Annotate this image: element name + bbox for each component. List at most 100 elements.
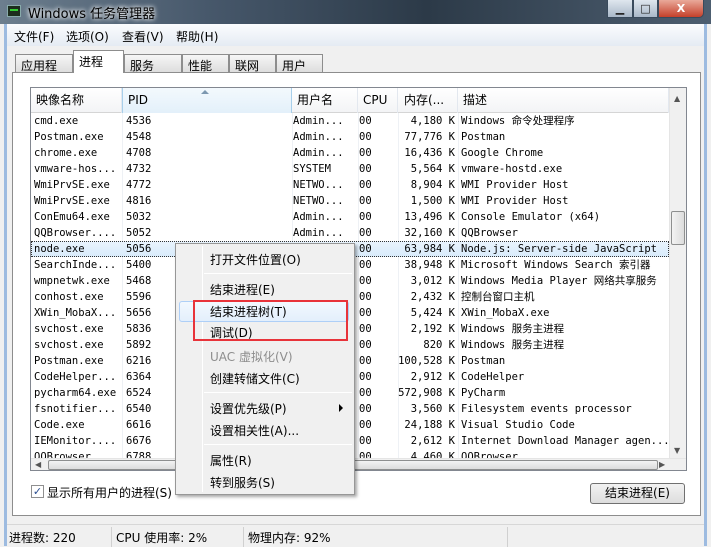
scroll-right-icon[interactable]: ▶ xyxy=(659,460,665,469)
tab-networking[interactable]: 联网 xyxy=(229,54,276,73)
cell-cpu: 00 xyxy=(359,323,372,335)
cell-description: PyCharm xyxy=(461,387,506,399)
cell-image-name: WmiPrvSE.exe xyxy=(34,179,110,191)
cell-description: Postman xyxy=(461,131,506,143)
cell-image-name: svchost.exe xyxy=(34,323,104,335)
title-bar: Windows 任务管理器 ▁ □ X xyxy=(0,0,711,24)
show-all-users-checkbox[interactable]: ✓ xyxy=(31,485,44,498)
cell-image-name: WmiPrvSE.exe xyxy=(34,195,110,207)
cell-memory: 38,948 K xyxy=(404,259,455,271)
cell-image-name: XWin_MobaX... xyxy=(34,307,117,319)
cell-username: SYSTEM xyxy=(293,163,331,175)
task-manager-icon xyxy=(7,5,21,17)
table-row[interactable]: Postman.exe 4548 Admin... 00 77,776 K Postman xyxy=(31,129,669,145)
menu-item-set-priority[interactable]: 设置优先级(P) xyxy=(210,400,287,417)
maximize-button[interactable]: □ xyxy=(633,0,658,18)
tab-services[interactable]: 服务 xyxy=(124,54,182,73)
cell-description: QQBrowser xyxy=(461,227,518,239)
cell-memory: 2,612 K xyxy=(410,435,455,447)
cell-cpu: 00 xyxy=(359,131,372,143)
column-image-name[interactable]: 映像名称 xyxy=(31,88,122,113)
column-username[interactable]: 用户名 xyxy=(292,88,358,113)
context-menu: 打开文件位置(O) 结束进程(E) 结束进程树(T) 调试(D) UAC 虚拟化… xyxy=(175,243,355,495)
list-header: 映像名称 PID 用户名 CPU 内存(... 描述 xyxy=(31,88,669,113)
cell-description: Node.js: Server-side JavaScript xyxy=(461,243,657,255)
menu-item-set-affinity[interactable]: 设置相关性(A)... xyxy=(210,422,299,439)
cell-memory: 100,528 K xyxy=(398,355,455,367)
cell-memory: 32,160 K xyxy=(404,227,455,239)
close-button[interactable]: X xyxy=(658,0,704,18)
cell-memory: 8,904 K xyxy=(410,179,455,191)
cell-image-name: SearchInde... xyxy=(34,259,117,271)
menu-file[interactable]: 文件(F) xyxy=(14,28,54,45)
column-description[interactable]: 描述 xyxy=(458,88,669,113)
window-title: Windows 任务管理器 xyxy=(28,7,156,22)
tab-performance[interactable]: 性能 xyxy=(182,54,229,73)
cell-memory: 3,012 K xyxy=(410,275,455,287)
column-cpu[interactable]: CPU xyxy=(358,88,398,113)
table-row[interactable]: WmiPrvSE.exe 4772 NETWO... 00 8,904 K WMI Pro… xyxy=(31,177,669,193)
scroll-thumb[interactable] xyxy=(671,211,685,245)
vertical-scrollbar[interactable]: ▲ ▼ xyxy=(669,88,686,458)
cell-cpu: 00 xyxy=(359,435,372,447)
cell-image-name: Postman.exe xyxy=(34,355,104,367)
menu-help[interactable]: 帮助(H) xyxy=(176,28,218,45)
cell-image-name: vmware-hos... xyxy=(34,163,117,175)
cell-cpu: 00 xyxy=(359,227,372,239)
tab-users[interactable]: 用户 xyxy=(276,54,323,73)
table-row[interactable]: cmd.exe 4536 Admin... 00 4,180 K Windows 命令处理… xyxy=(31,113,669,129)
cell-description: Postman xyxy=(461,355,506,367)
cell-description: Visual Studio Code xyxy=(461,419,575,431)
cell-description: Filesystem events processor xyxy=(461,403,632,415)
table-row[interactable]: WmiPrvSE.exe 4816 NETWO... 00 1,500 K WMI Pro… xyxy=(31,193,669,209)
cell-memory: 2,192 K xyxy=(410,323,455,335)
table-row[interactable]: chrome.exe 4708 Admin... 00 16,436 K Google C… xyxy=(31,145,669,161)
menu-item-properties[interactable]: 属性(R) xyxy=(210,452,252,469)
cell-username: Admin... xyxy=(293,131,344,143)
cell-pid: 5052 xyxy=(126,227,152,239)
scroll-up-icon[interactable]: ▲ xyxy=(674,94,680,103)
cell-memory: 16,436 K xyxy=(404,147,455,159)
cell-cpu: 00 xyxy=(359,291,372,303)
cell-description: XWin_MobaX.exe xyxy=(461,307,550,319)
cell-image-name: ConEmu64.exe xyxy=(34,211,110,223)
cell-description: WMI Provider Host xyxy=(461,179,569,191)
tab-processes[interactable]: 进程 xyxy=(73,50,124,73)
cell-username: NETWO... xyxy=(293,179,344,191)
menu-options[interactable]: 选项(O) xyxy=(66,28,109,45)
tab-applications[interactable]: 应用程序 xyxy=(15,54,73,90)
table-row[interactable]: QQBrowser.... 5052 Admin... 00 32,160 K QQBro… xyxy=(31,225,669,241)
menu-item-end-process[interactable]: 结束进程(E) xyxy=(210,281,275,298)
horizontal-scrollbar[interactable]: ◀ ▶ xyxy=(31,458,686,470)
cell-memory: 3,560 K xyxy=(410,403,455,415)
sort-ascending-icon xyxy=(201,90,209,94)
column-memory[interactable]: 内存(... xyxy=(398,88,458,113)
cell-memory: 572,908 K xyxy=(398,387,455,399)
menu-view[interactable]: 查看(V) xyxy=(122,28,164,45)
scroll-left-icon[interactable]: ◀ xyxy=(35,460,41,469)
minimize-button[interactable]: ▁ xyxy=(607,0,633,18)
table-row[interactable]: ConEmu64.exe 5032 Admin... 00 13,496 K Consol… xyxy=(31,209,669,225)
table-row[interactable]: vmware-hos... 4732 SYSTEM 00 5,564 K vmware-h… xyxy=(31,161,669,177)
status-process-count: 进程数: 220 xyxy=(9,531,76,545)
cell-image-name: wmpnetwk.exe xyxy=(34,275,110,287)
cell-image-name: Code.exe xyxy=(34,419,85,431)
menu-item-go-to-services[interactable]: 转到服务(S) xyxy=(210,474,275,491)
cell-cpu: 00 xyxy=(359,339,372,351)
cell-memory: 13,496 K xyxy=(404,211,455,223)
cell-description: Windows 服务主进程 xyxy=(461,323,565,335)
cell-cpu: 00 xyxy=(359,147,372,159)
menu-item-open-file-location[interactable]: 打开文件位置(O) xyxy=(210,251,301,268)
end-process-button[interactable]: 结束进程(E) xyxy=(590,483,685,504)
cell-description: Google Chrome xyxy=(461,147,544,159)
cell-cpu: 00 xyxy=(359,179,372,191)
process-list: 映像名称 PID 用户名 CPU 内存(... 描述 cmd.exe 4536 Ad… xyxy=(30,87,687,471)
cell-cpu: 00 xyxy=(359,259,372,271)
show-all-users-label[interactable]: 显示所有用户的进程(S) xyxy=(47,484,172,501)
menu-item-create-dump-file[interactable]: 创建转储文件(C) xyxy=(210,370,300,387)
cell-cpu: 00 xyxy=(359,387,372,399)
scroll-down-icon[interactable]: ▼ xyxy=(674,446,680,455)
cell-cpu: 00 xyxy=(359,211,372,223)
cell-description: Windows 服务主进程 xyxy=(461,339,565,351)
status-bar: 进程数: 220 CPU 使用率: 2% 物理内存: 92% xyxy=(7,524,704,547)
